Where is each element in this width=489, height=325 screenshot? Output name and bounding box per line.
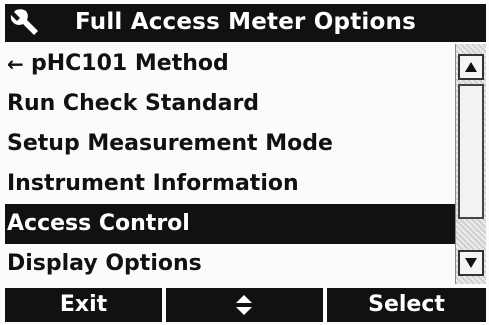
- menu-list: ← pHC101 Method Run Check Standard Setup …: [5, 44, 455, 284]
- wrench-icon: [10, 9, 40, 37]
- menu-item-instrument-information[interactable]: Instrument Information: [5, 164, 455, 204]
- exit-button-label: Exit: [59, 292, 108, 317]
- scroll-down-button[interactable]: [458, 250, 484, 276]
- menu-item-access-control[interactable]: Access Control: [5, 204, 455, 244]
- menu-item-label: Instrument Information: [7, 171, 299, 196]
- menu-item-display-options[interactable]: Display Options: [5, 244, 455, 284]
- arrow-down-icon: [465, 258, 477, 268]
- page-title: Full Access Meter Options: [75, 9, 416, 35]
- menu-item-label: Display Options: [7, 251, 202, 276]
- exit-button[interactable]: Exit: [5, 288, 162, 322]
- softkey-bar: Exit Select: [5, 288, 486, 322]
- menu-item-label: pHC101 Method: [31, 51, 229, 76]
- menu-item-label: Run Check Standard: [7, 91, 260, 116]
- select-button-label: Select: [368, 292, 445, 317]
- menu-item-label: Setup Measurement Mode: [7, 131, 333, 156]
- up-down-arrows-icon: [236, 295, 252, 315]
- menu-item-label: Access Control: [7, 211, 190, 236]
- arrow-up-icon: [465, 62, 477, 72]
- menu-item-setup-measurement-mode[interactable]: Setup Measurement Mode: [5, 124, 455, 164]
- select-button[interactable]: Select: [327, 288, 486, 322]
- scroll-up-button[interactable]: [458, 54, 484, 80]
- meter-screen: Full Access Meter Options ← pHC101 Method…: [0, 0, 489, 325]
- menu-item-phc101-method[interactable]: ← pHC101 Method: [5, 44, 455, 84]
- scrollbar[interactable]: [455, 44, 486, 284]
- title-bar: Full Access Meter Options: [5, 4, 486, 42]
- navigate-up-down-button[interactable]: [166, 288, 323, 322]
- menu-item-run-check-standard[interactable]: Run Check Standard: [5, 84, 455, 124]
- back-arrow-icon: ←: [7, 52, 24, 76]
- scroll-thumb[interactable]: [458, 84, 484, 219]
